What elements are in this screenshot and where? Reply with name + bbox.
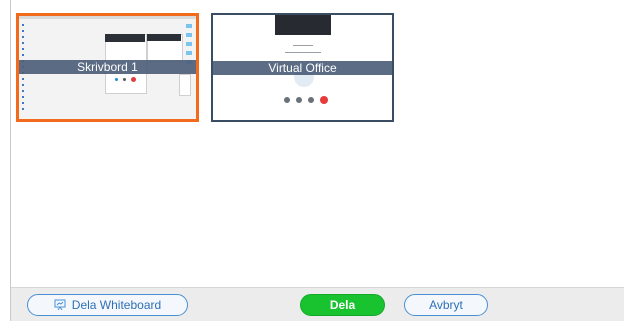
cancel-button[interactable]: Avbryt <box>404 294 488 316</box>
share-whiteboard-button[interactable]: Dela Whiteboard <box>27 294 188 316</box>
virtual-office-toolbar <box>275 15 331 35</box>
share-button[interactable]: Dela <box>300 294 385 316</box>
screen-thumbnail-virtual-office[interactable]: Virtual Office <box>211 13 394 122</box>
footer-bar: Dela Whiteboard Dela Avbryt <box>11 287 624 321</box>
share-whiteboard-label: Dela Whiteboard <box>71 298 162 312</box>
screen-label: Virtual Office <box>213 61 392 75</box>
whiteboard-icon <box>54 296 66 316</box>
screen-label: Skrivbord 1 <box>19 60 196 74</box>
screen-thumbnail-desktop-1[interactable]: Skrivbord 1 <box>16 13 199 122</box>
